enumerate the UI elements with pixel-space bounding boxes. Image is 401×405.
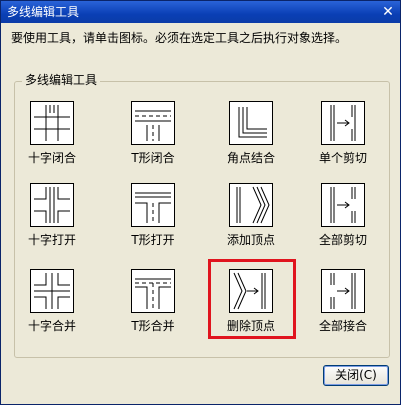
close-button[interactable]: 关闭(C) <box>323 365 389 386</box>
instruction-text: 要使用工具，请单击图标。必须在选定工具之后执行对象选择。 <box>11 31 348 45</box>
tool-label: 十字合并 <box>27 319 76 333</box>
tool-label: 十字打开 <box>27 233 76 247</box>
window-title: 多线编辑工具 <box>7 5 80 19</box>
tool-label: 全部接合 <box>318 319 367 333</box>
t-open-icon[interactable] <box>131 183 175 227</box>
t-closed-icon[interactable] <box>131 101 175 145</box>
title-bar[interactable]: 多线编辑工具 ✕ <box>1 1 400 23</box>
cut-single-icon[interactable] <box>321 101 365 145</box>
weld-all-icon[interactable] <box>321 269 365 313</box>
multiline-edit-dialog: 多线编辑工具 ✕ 要使用工具，请单击图标。必须在选定工具之后执行对象选择。 多线… <box>0 0 401 405</box>
tool-label: T形合并 <box>131 319 175 333</box>
tool-label: 全部剪切 <box>318 233 367 247</box>
cross-merged-icon[interactable] <box>30 269 74 313</box>
corner-joint-icon[interactable] <box>229 101 273 145</box>
t-merged-icon[interactable] <box>131 269 175 313</box>
tool-label: 十字闭合 <box>27 151 76 165</box>
add-vertex-icon[interactable] <box>229 183 273 227</box>
tool-label: T形打开 <box>131 233 175 247</box>
close-icon[interactable]: ✕ <box>380 4 396 20</box>
highlight-box <box>208 259 296 339</box>
tool-label: 单个剪切 <box>318 151 367 165</box>
tool-label: T形闭合 <box>131 151 175 165</box>
tool-label: 添加顶点 <box>226 233 275 247</box>
tool-label: 角点结合 <box>226 151 275 165</box>
cross-open-icon[interactable] <box>30 183 74 227</box>
cut-all-icon[interactable] <box>321 183 365 227</box>
groupbox-label: 多线编辑工具 <box>22 73 101 87</box>
cross-closed-icon[interactable] <box>30 101 74 145</box>
